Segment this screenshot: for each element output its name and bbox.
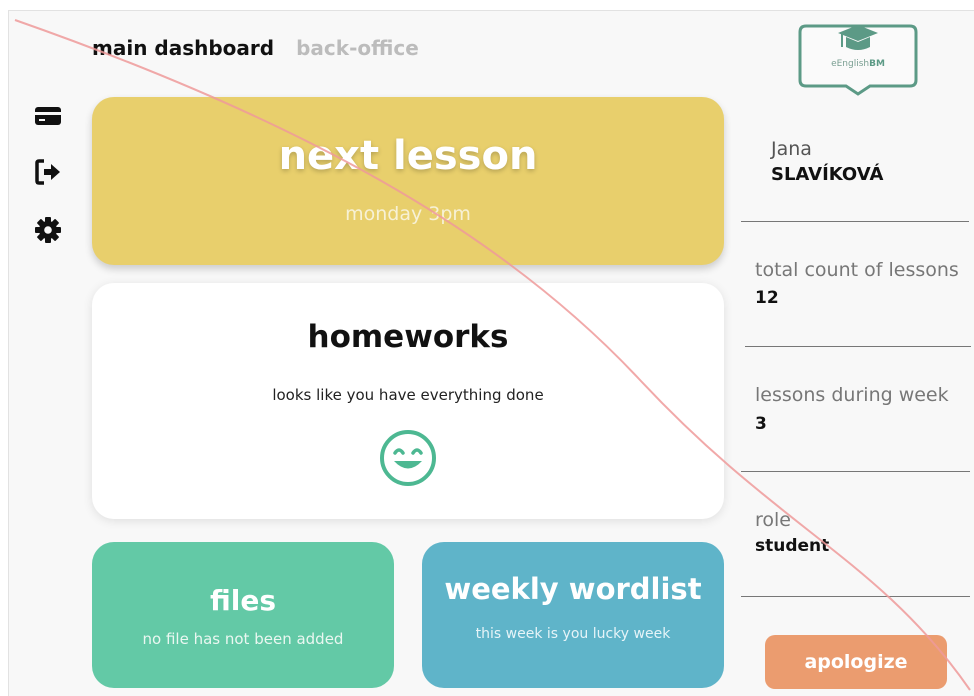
apologize-button[interactable]: apologize — [765, 635, 947, 689]
logo-text-prefix: eEnglish — [831, 59, 869, 69]
gear-icon[interactable] — [34, 216, 62, 244]
files-title: files — [209, 584, 276, 617]
logo: eEnglishBM — [798, 24, 918, 96]
homeworks-card[interactable]: homeworks looks like you have everything… — [92, 283, 724, 519]
logo-text-suffix: BM — [869, 59, 885, 69]
credit-card-icon[interactable] — [34, 102, 62, 130]
next-lesson-title: next lesson — [278, 133, 538, 179]
stat-value-role: student — [755, 536, 830, 556]
divider — [741, 596, 970, 597]
svg-text:eEnglishBM: eEnglishBM — [831, 59, 885, 69]
nav-main-dashboard[interactable]: main dashboard — [92, 36, 274, 60]
top-nav: main dashboard back-office — [92, 36, 419, 60]
sign-out-icon[interactable] — [34, 158, 62, 186]
next-lesson-time: monday 3pm — [345, 203, 471, 225]
nav-back-office[interactable]: back-office — [296, 36, 419, 60]
stat-label-total-lessons: total count of lessons — [755, 259, 959, 281]
files-card[interactable]: files no file has not been added — [92, 542, 394, 688]
divider — [745, 346, 971, 347]
next-lesson-card[interactable]: next lesson monday 3pm — [92, 97, 724, 265]
stat-label-lessons-week: lessons during week — [755, 384, 949, 406]
stat-value-total-lessons: 12 — [755, 288, 779, 308]
homeworks-message: looks like you have everything done — [272, 386, 544, 404]
wordlist-message: this week is you lucky week — [475, 626, 671, 642]
divider — [741, 471, 970, 472]
user-last-name: SLAVÍKOVÁ — [771, 164, 884, 185]
smile-icon — [380, 430, 436, 486]
user-first-name: Jana — [771, 138, 812, 160]
stat-value-lessons-week: 3 — [755, 414, 767, 434]
weekly-wordlist-card[interactable]: weekly wordlist this week is you lucky w… — [422, 542, 724, 688]
stat-label-role: role — [755, 509, 791, 531]
divider — [741, 221, 969, 222]
homeworks-title: homeworks — [307, 319, 509, 355]
wordlist-title: weekly wordlist — [444, 572, 702, 606]
files-message: no file has not been added — [142, 630, 344, 648]
